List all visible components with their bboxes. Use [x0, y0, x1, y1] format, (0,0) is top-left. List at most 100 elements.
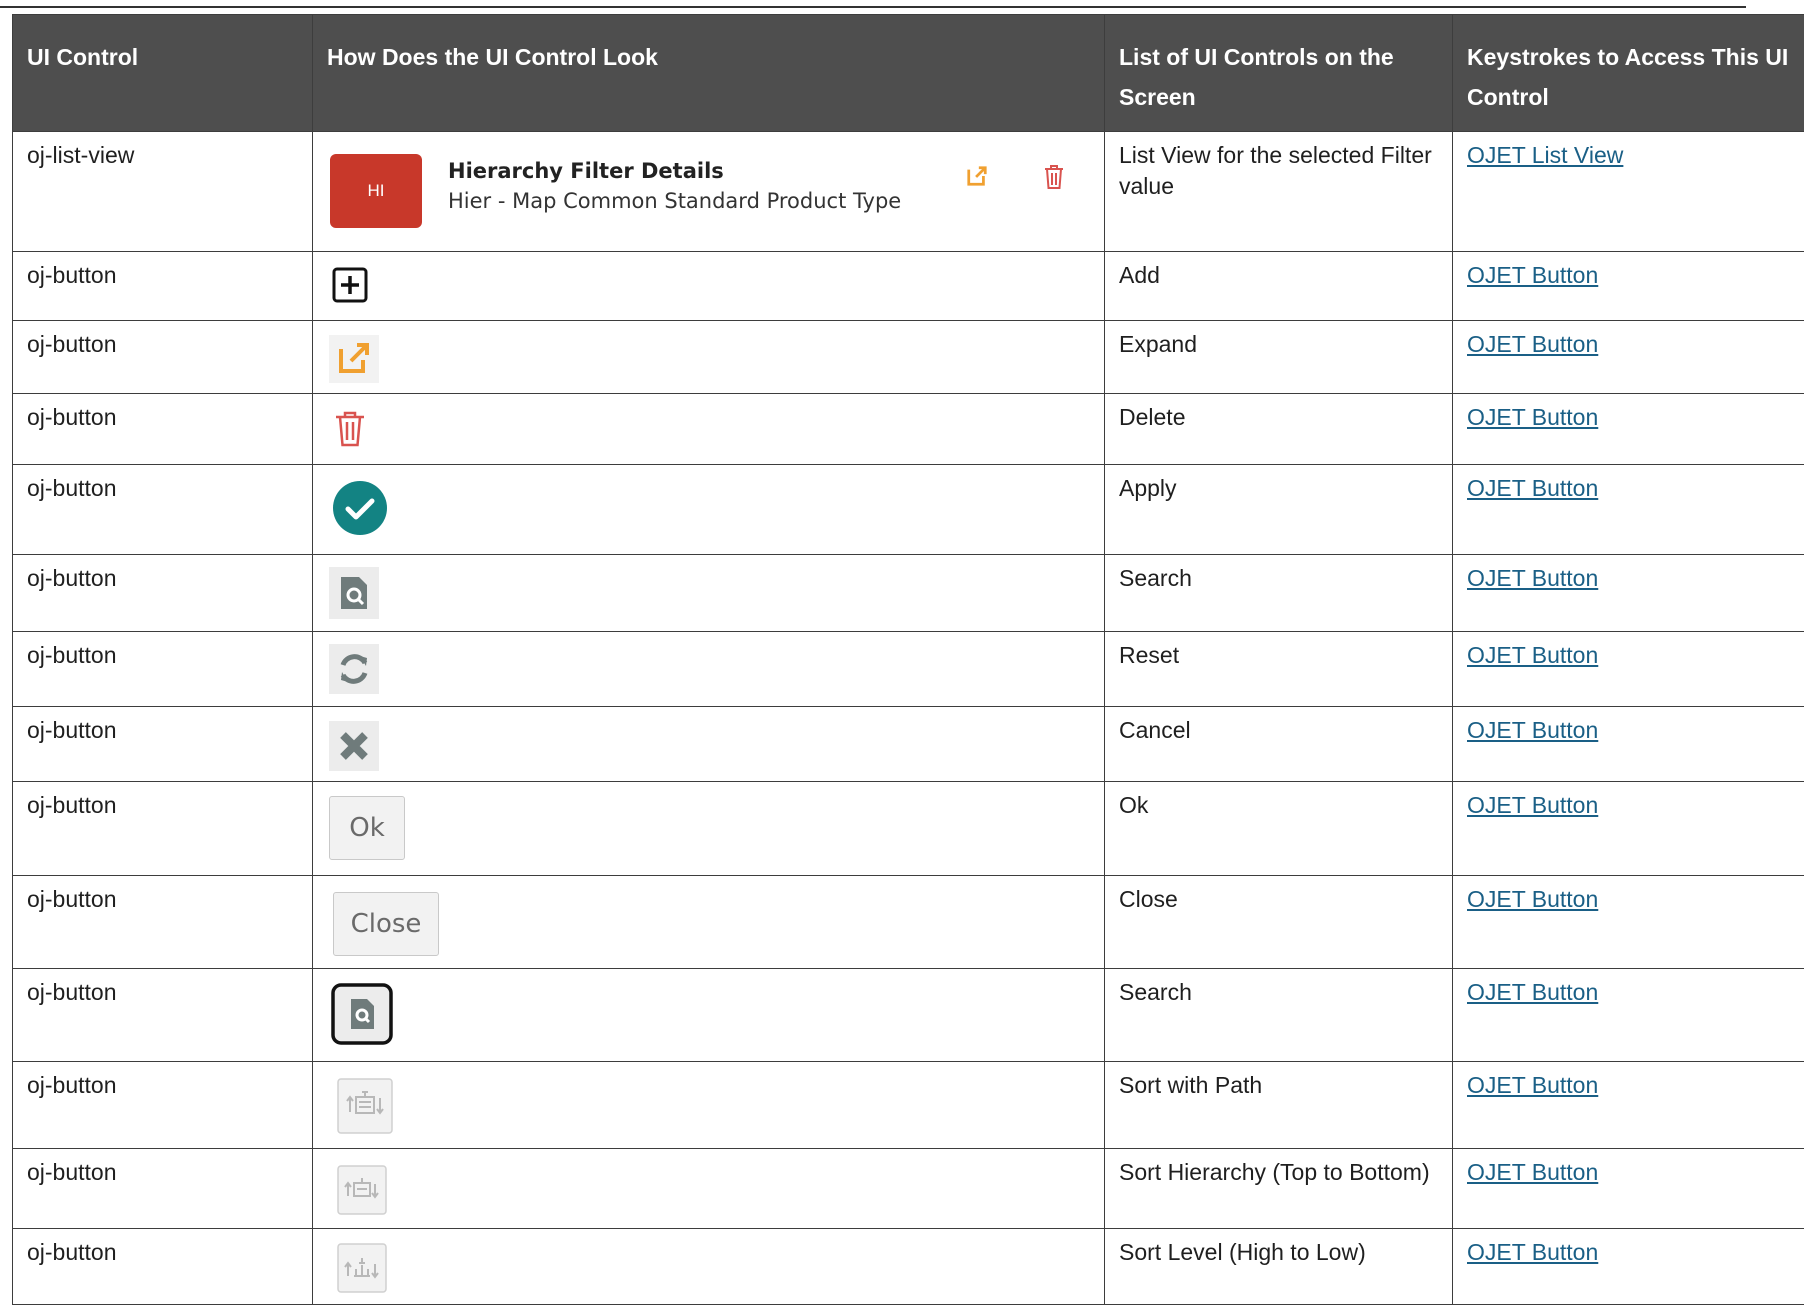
ojet-link[interactable]: OJET Button: [1467, 717, 1598, 743]
reset-icon[interactable]: [329, 644, 379, 702]
control-name: oj-button: [13, 632, 313, 707]
control-name: oj-button: [13, 555, 313, 632]
control-name: oj-button: [13, 782, 313, 876]
sort-level-icon[interactable]: [337, 1243, 387, 1301]
control-description: Sort with Path: [1105, 1062, 1453, 1149]
ojet-link[interactable]: OJET Button: [1467, 1072, 1598, 1098]
link-cell: OJET Button: [1453, 465, 1804, 555]
list-view-badge: HI: [330, 154, 422, 228]
look-cell: [313, 465, 1105, 555]
ok-button[interactable]: Ok: [329, 796, 405, 860]
link-cell: OJET Button: [1453, 876, 1804, 969]
control-name: oj-button: [13, 1062, 313, 1149]
ojet-link[interactable]: OJET Button: [1467, 642, 1598, 668]
table-row: oj-button Delete OJET Button: [13, 394, 1804, 465]
ojet-link[interactable]: OJET Button: [1467, 792, 1598, 818]
table-row: oj-button Apply OJET Button: [13, 465, 1804, 555]
ui-controls-table: UI Control How Does the UI Control Look …: [12, 14, 1804, 1305]
ojet-link[interactable]: OJET Button: [1467, 404, 1598, 430]
link-cell: OJET Button: [1453, 394, 1804, 465]
look-cell: [313, 1149, 1105, 1229]
control-name: oj-button: [13, 465, 313, 555]
ojet-link[interactable]: OJET Button: [1467, 886, 1598, 912]
list-view-title: Hierarchy Filter Details: [448, 156, 724, 187]
control-description: Expand: [1105, 321, 1453, 394]
look-cell: Close: [313, 876, 1105, 969]
ojet-link[interactable]: OJET List View: [1467, 142, 1623, 168]
control-description: Search: [1105, 555, 1453, 632]
list-view-preview[interactable]: HI Hierarchy Filter Details Hier - Map C…: [321, 132, 1081, 228]
page-top-rule: [0, 6, 1746, 8]
control-name: oj-button: [13, 321, 313, 394]
link-cell: OJET Button: [1453, 1062, 1804, 1149]
link-cell: OJET Button: [1453, 252, 1804, 321]
ojet-link[interactable]: OJET Button: [1467, 1239, 1598, 1265]
link-cell: OJET Button: [1453, 969, 1804, 1062]
control-name: oj-button: [13, 394, 313, 465]
control-name: oj-button: [13, 876, 313, 969]
table-row: oj-button Add OJET Button: [13, 252, 1804, 321]
search-focused-icon[interactable]: [331, 983, 393, 1053]
control-name: oj-button: [13, 969, 313, 1062]
control-description: Reset: [1105, 632, 1453, 707]
ojet-link[interactable]: OJET Button: [1467, 262, 1598, 288]
ojet-link[interactable]: OJET Button: [1467, 565, 1598, 591]
control-description: Search: [1105, 969, 1453, 1062]
look-cell: [313, 252, 1105, 321]
look-cell: [313, 707, 1105, 782]
link-cell: OJET Button: [1453, 1149, 1804, 1229]
table-row: oj-button Ok Ok OJET Button: [13, 782, 1804, 876]
control-description: Delete: [1105, 394, 1453, 465]
header-ui-control: UI Control: [13, 15, 313, 132]
link-cell: OJET Button: [1453, 782, 1804, 876]
link-cell: OJET Button: [1453, 707, 1804, 782]
expand-icon[interactable]: [966, 164, 988, 195]
table-row: oj-button Close Close OJET Button: [13, 876, 1804, 969]
look-cell: Ok: [313, 782, 1105, 876]
link-cell: OJET Button: [1453, 632, 1804, 707]
list-view-subtitle: Hier - Map Common Standard Product Type: [448, 186, 901, 217]
table-row: oj-button Cancel OJET Button: [13, 707, 1804, 782]
search-icon[interactable]: [329, 567, 379, 627]
look-cell: [313, 1062, 1105, 1149]
control-description: List View for the selected Filter value: [1105, 132, 1453, 252]
control-name: oj-button: [13, 707, 313, 782]
table-row: oj-button Search OJET Button: [13, 969, 1804, 1062]
control-name: oj-button: [13, 252, 313, 321]
table-row: oj-button Sort with Path OJET Button: [13, 1062, 1804, 1149]
table-row: oj-button Sort Hierarchy (Top to Bottom)…: [13, 1149, 1804, 1229]
control-description: Sort Level (High to Low): [1105, 1229, 1453, 1305]
control-description: Ok: [1105, 782, 1453, 876]
look-cell: [313, 632, 1105, 707]
add-icon[interactable]: [331, 266, 369, 312]
cancel-icon[interactable]: [329, 721, 379, 779]
control-description: Close: [1105, 876, 1453, 969]
look-cell: HI Hierarchy Filter Details Hier - Map C…: [313, 132, 1105, 252]
ojet-link[interactable]: OJET Button: [1467, 475, 1598, 501]
look-cell: [313, 555, 1105, 632]
sort-path-icon[interactable]: [337, 1078, 393, 1142]
control-description: Cancel: [1105, 707, 1453, 782]
link-cell: OJET List View: [1453, 132, 1804, 252]
table-header-row: UI Control How Does the UI Control Look …: [13, 15, 1804, 132]
sort-hierarchy-icon[interactable]: [337, 1165, 387, 1223]
look-cell: [313, 394, 1105, 465]
ojet-link[interactable]: OJET Button: [1467, 979, 1598, 1005]
delete-icon[interactable]: [1043, 164, 1065, 198]
delete-icon[interactable]: [333, 410, 367, 456]
table-row: oj-button Expand OJET Button: [13, 321, 1804, 394]
header-list-of-controls: List of UI Controls on the Screen: [1105, 15, 1453, 132]
table-row: oj-button Search OJET Button: [13, 555, 1804, 632]
close-button[interactable]: Close: [333, 892, 439, 956]
ojet-link[interactable]: OJET Button: [1467, 331, 1598, 357]
apply-check-icon[interactable]: [331, 479, 389, 545]
ojet-link[interactable]: OJET Button: [1467, 1159, 1598, 1185]
control-description: Add: [1105, 252, 1453, 321]
expand-icon[interactable]: [329, 335, 379, 391]
link-cell: OJET Button: [1453, 321, 1804, 394]
header-keystrokes: Keystrokes to Access This UI Control: [1453, 15, 1804, 132]
control-name: oj-list-view: [13, 132, 313, 252]
control-name: oj-button: [13, 1149, 313, 1229]
link-cell: OJET Button: [1453, 555, 1804, 632]
table-row: oj-button Sort Level (High to Low) OJET …: [13, 1229, 1804, 1305]
